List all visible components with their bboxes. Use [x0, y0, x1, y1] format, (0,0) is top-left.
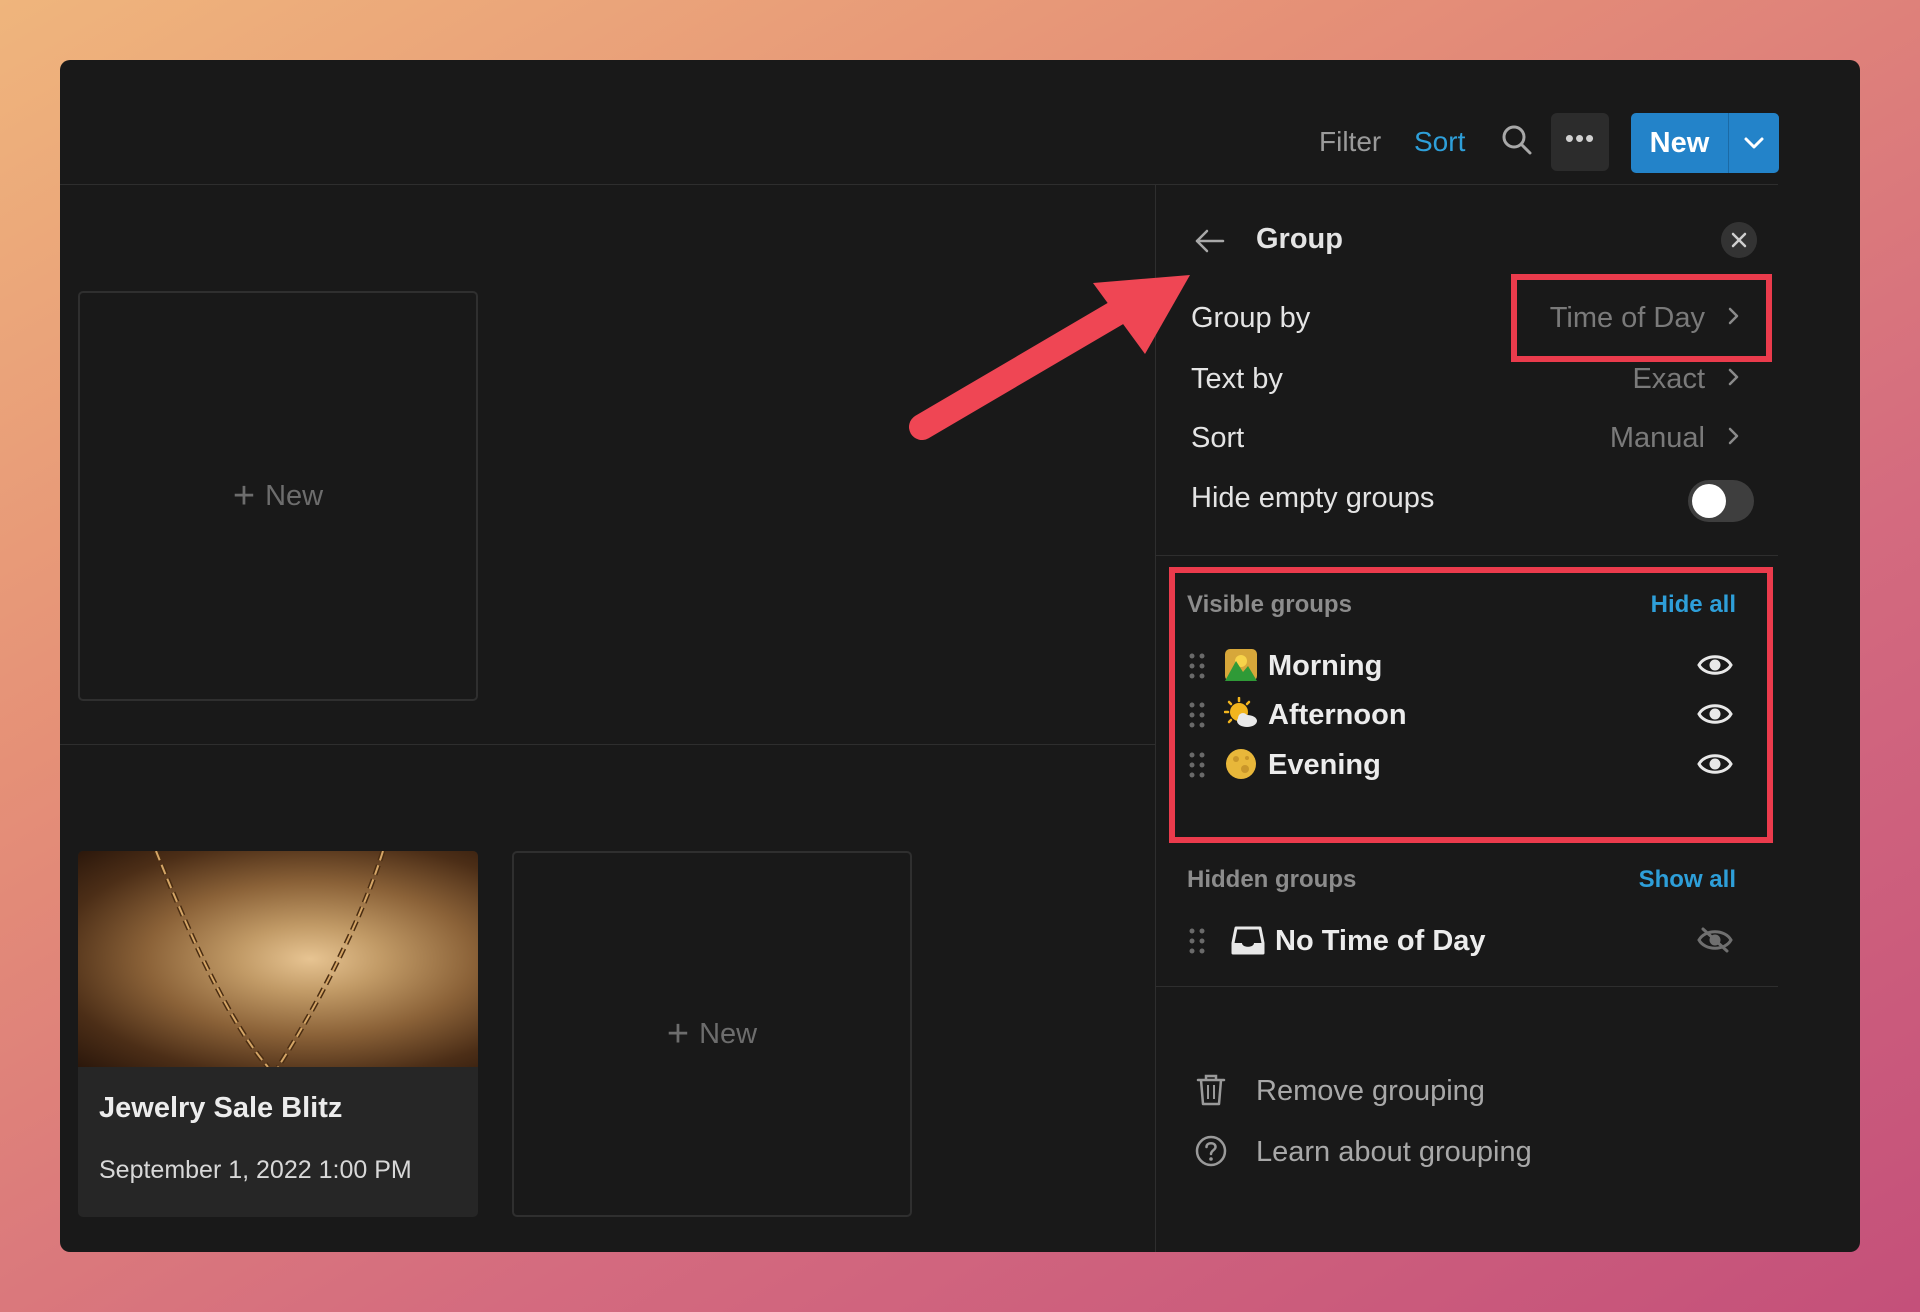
new-button[interactable]: New — [1631, 113, 1728, 173]
new-card-button[interactable]: + New — [512, 851, 912, 1217]
plus-icon: + — [232, 475, 256, 517]
necklace-chain-icon — [153, 851, 386, 1069]
hide-empty-groups-label: Hide empty groups — [1191, 482, 1435, 514]
text-by-label: Text by — [1191, 363, 1283, 395]
more-options-button[interactable]: ••• — [1551, 113, 1609, 171]
group-divider — [60, 744, 1155, 745]
new-card-label: New — [699, 1017, 758, 1050]
panel-title: Group — [1256, 223, 1343, 255]
text-by-value[interactable]: Exact — [1632, 363, 1705, 396]
sort-button[interactable]: Sort — [1414, 126, 1465, 158]
card-title: Jewelry Sale Blitz — [99, 1092, 343, 1124]
close-icon[interactable] — [1721, 222, 1757, 258]
toggle-knob — [1692, 484, 1726, 518]
chevron-right-icon — [1728, 368, 1739, 386]
highlight-visible-groups — [1169, 567, 1773, 843]
filter-button[interactable]: Filter — [1319, 126, 1381, 158]
drag-handle-icon[interactable] — [1187, 926, 1207, 956]
chevron-right-icon — [1728, 427, 1739, 445]
board-card[interactable]: Jewelry Sale Blitz September 1, 2022 1:0… — [78, 851, 478, 1217]
show-all-button[interactable]: Show all — [1639, 866, 1736, 894]
search-icon[interactable] — [1501, 124, 1533, 156]
card-date: September 1, 2022 1:00 PM — [99, 1156, 412, 1184]
section-divider — [1156, 555, 1778, 556]
hide-empty-groups-toggle[interactable] — [1688, 480, 1754, 522]
chevron-down-icon[interactable] — [1729, 113, 1779, 173]
trash-icon[interactable] — [1194, 1073, 1228, 1107]
highlight-group-by — [1511, 274, 1772, 362]
remove-grouping-button[interactable]: Remove grouping — [1256, 1075, 1485, 1108]
group-name: No Time of Day — [1275, 925, 1486, 957]
sort-value[interactable]: Manual — [1610, 422, 1705, 455]
group-item-no-time-of-day[interactable]: No Time of Day — [1187, 916, 1757, 966]
learn-about-grouping-link[interactable]: Learn about grouping — [1256, 1136, 1532, 1169]
new-card-label: New — [265, 479, 324, 512]
group-by-label: Group by — [1191, 302, 1311, 334]
help-circle-icon[interactable] — [1194, 1134, 1228, 1168]
new-button-group: New — [1631, 113, 1779, 173]
view-toolbar: Filter Sort ••• New — [60, 60, 1779, 185]
plus-icon: + — [666, 1013, 690, 1055]
new-card-button[interactable]: + New — [78, 291, 478, 701]
hidden-groups-heading: Hidden groups — [1187, 866, 1357, 893]
eye-off-icon[interactable] — [1697, 926, 1733, 954]
back-arrow-icon[interactable] — [1193, 224, 1227, 258]
card-cover-image — [78, 851, 478, 1069]
section-divider — [1156, 986, 1778, 987]
sort-label: Sort — [1191, 422, 1245, 454]
inbox-icon — [1231, 926, 1265, 955]
